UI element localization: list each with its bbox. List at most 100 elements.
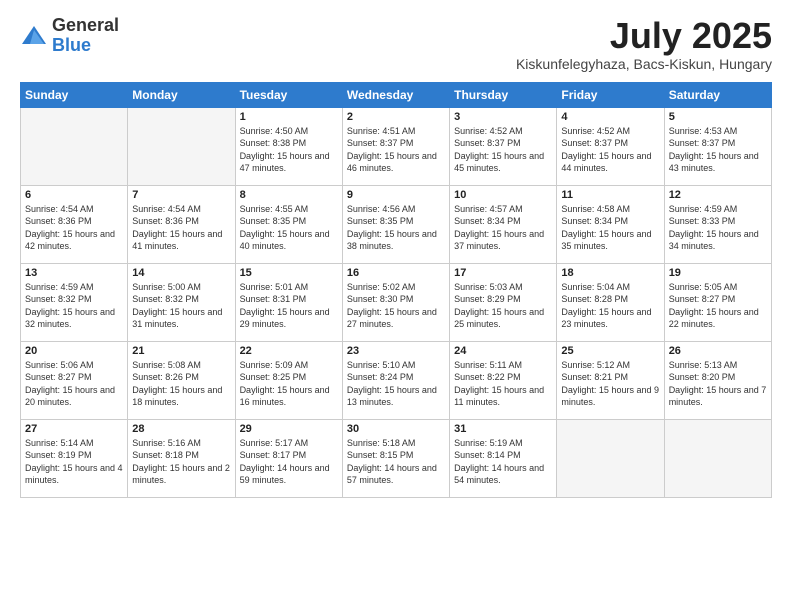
calendar-header-row: Sunday Monday Tuesday Wednesday Thursday… (21, 82, 772, 107)
table-row: 23Sunrise: 5:10 AMSunset: 8:24 PMDayligh… (342, 341, 449, 419)
day-info: Sunrise: 4:52 AMSunset: 8:37 PMDaylight:… (561, 125, 659, 175)
day-info: Sunrise: 4:57 AMSunset: 8:34 PMDaylight:… (454, 203, 552, 253)
day-number: 27 (25, 423, 123, 435)
table-row: 14 Sunrise: 5:00 AMSunset: 8:32 PMDayligh… (128, 263, 235, 341)
day-number: 31 (454, 423, 552, 435)
day-info: Sunrise: 5:12 AMSunset: 8:21 PMDaylight:… (561, 359, 659, 409)
day-number: 5 (669, 111, 767, 123)
page: General Blue July 2025 Kiskunfelegyhaza,… (0, 0, 792, 612)
day-number: 21 (132, 345, 230, 357)
col-tuesday: Tuesday (235, 82, 342, 107)
day-number: 14 (132, 267, 230, 279)
day-info: Sunrise: 4:50 AMSunset: 8:38 PMDaylight:… (240, 125, 338, 175)
calendar-week-row: 20 Sunrise: 5:06 AMSunset: 8:27 PMDayligh… (21, 341, 772, 419)
table-row: 2Sunrise: 4:51 AMSunset: 8:37 PMDaylight… (342, 107, 449, 185)
day-number: 29 (240, 423, 338, 435)
day-info: Sunrise: 5:04 AMSunset: 8:28 PMDaylight:… (561, 281, 659, 331)
day-number: 9 (347, 189, 445, 201)
day-number: 4 (561, 111, 659, 123)
title-block: July 2025 Kiskunfelegyhaza, Bacs-Kiskun,… (516, 16, 772, 72)
day-number: 20 (25, 345, 123, 357)
table-row (664, 419, 771, 497)
day-number: 3 (454, 111, 552, 123)
day-info: Sunrise: 5:00 AMSunset: 8:32 PMDaylight:… (132, 281, 230, 331)
table-row: 20 Sunrise: 5:06 AMSunset: 8:27 PMDayligh… (21, 341, 128, 419)
table-row: 4 Sunrise: 4:52 AMSunset: 8:37 PMDaylight… (557, 107, 664, 185)
day-number: 13 (25, 267, 123, 279)
day-info: Sunrise: 5:14 AMSunset: 8:19 PMDaylight:… (25, 437, 123, 487)
calendar-week-row: 1 Sunrise: 4:50 AMSunset: 8:38 PMDaylight… (21, 107, 772, 185)
table-row: 16Sunrise: 5:02 AMSunset: 8:30 PMDayligh… (342, 263, 449, 341)
day-number: 24 (454, 345, 552, 357)
day-info: Sunrise: 5:02 AMSunset: 8:30 PMDaylight:… (347, 281, 445, 331)
day-number: 2 (347, 111, 445, 123)
table-row: 11Sunrise: 4:58 AMSunset: 8:34 PMDayligh… (557, 185, 664, 263)
calendar-week-row: 6Sunrise: 4:54 AMSunset: 8:36 PMDaylight… (21, 185, 772, 263)
day-number: 30 (347, 423, 445, 435)
day-info: Sunrise: 5:09 AMSunset: 8:25 PMDaylight:… (240, 359, 338, 409)
day-number: 23 (347, 345, 445, 357)
table-row: 22 Sunrise: 5:09 AMSunset: 8:25 PMDayligh… (235, 341, 342, 419)
calendar-week-row: 13 Sunrise: 4:59 AMSunset: 8:32 PMDayligh… (21, 263, 772, 341)
table-row: 25 Sunrise: 5:12 AMSunset: 8:21 PMDayligh… (557, 341, 664, 419)
table-row: 21Sunrise: 5:08 AMSunset: 8:26 PMDayligh… (128, 341, 235, 419)
table-row: 6Sunrise: 4:54 AMSunset: 8:36 PMDaylight… (21, 185, 128, 263)
table-row (21, 107, 128, 185)
col-friday: Friday (557, 82, 664, 107)
col-saturday: Saturday (664, 82, 771, 107)
day-number: 25 (561, 345, 659, 357)
logo-icon (20, 22, 48, 50)
table-row: 12 Sunrise: 4:59 AMSunset: 8:33 PMDayligh… (664, 185, 771, 263)
day-info: Sunrise: 4:59 AMSunset: 8:32 PMDaylight:… (25, 281, 123, 331)
table-row: 24 Sunrise: 5:11 AMSunset: 8:22 PMDayligh… (450, 341, 557, 419)
day-number: 10 (454, 189, 552, 201)
day-info: Sunrise: 4:56 AMSunset: 8:35 PMDaylight:… (347, 203, 445, 253)
day-number: 17 (454, 267, 552, 279)
day-info: Sunrise: 4:54 AMSunset: 8:36 PMDaylight:… (25, 203, 123, 253)
day-info: Sunrise: 5:03 AMSunset: 8:29 PMDaylight:… (454, 281, 552, 331)
day-info: Sunrise: 4:53 AMSunset: 8:37 PMDaylight:… (669, 125, 767, 175)
day-info: Sunrise: 5:11 AMSunset: 8:22 PMDaylight:… (454, 359, 552, 409)
table-row: 18 Sunrise: 5:04 AMSunset: 8:28 PMDayligh… (557, 263, 664, 341)
day-info: Sunrise: 4:59 AMSunset: 8:33 PMDaylight:… (669, 203, 767, 253)
day-info: Sunrise: 5:19 AMSunset: 8:14 PMDaylight:… (454, 437, 552, 487)
day-info: Sunrise: 5:13 AMSunset: 8:20 PMDaylight:… (669, 359, 767, 409)
day-info: Sunrise: 5:18 AMSunset: 8:15 PMDaylight:… (347, 437, 445, 487)
table-row: 19 Sunrise: 5:05 AMSunset: 8:27 PMDayligh… (664, 263, 771, 341)
day-info: Sunrise: 4:52 AMSunset: 8:37 PMDaylight:… (454, 125, 552, 175)
table-row: 28Sunrise: 5:16 AMSunset: 8:18 PMDayligh… (128, 419, 235, 497)
logo-general: General (52, 16, 119, 36)
table-row: 8 Sunrise: 4:55 AMSunset: 8:35 PMDaylight… (235, 185, 342, 263)
day-number: 12 (669, 189, 767, 201)
logo-text: General Blue (52, 16, 119, 56)
day-number: 22 (240, 345, 338, 357)
day-info: Sunrise: 4:55 AMSunset: 8:35 PMDaylight:… (240, 203, 338, 253)
col-sunday: Sunday (21, 82, 128, 107)
col-wednesday: Wednesday (342, 82, 449, 107)
day-number: 7 (132, 189, 230, 201)
day-number: 18 (561, 267, 659, 279)
table-row: 27 Sunrise: 5:14 AMSunset: 8:19 PMDayligh… (21, 419, 128, 497)
day-number: 28 (132, 423, 230, 435)
table-row: 13 Sunrise: 4:59 AMSunset: 8:32 PMDayligh… (21, 263, 128, 341)
day-number: 26 (669, 345, 767, 357)
header: General Blue July 2025 Kiskunfelegyhaza,… (20, 16, 772, 72)
table-row: 5 Sunrise: 4:53 AMSunset: 8:37 PMDaylight… (664, 107, 771, 185)
day-info: Sunrise: 4:54 AMSunset: 8:36 PMDaylight:… (132, 203, 230, 253)
day-number: 1 (240, 111, 338, 123)
month-title: July 2025 (516, 16, 772, 56)
day-number: 19 (669, 267, 767, 279)
day-info: Sunrise: 5:06 AMSunset: 8:27 PMDaylight:… (25, 359, 123, 409)
col-monday: Monday (128, 82, 235, 107)
table-row: 31 Sunrise: 5:19 AMSunset: 8:14 PMDayligh… (450, 419, 557, 497)
table-row: 9 Sunrise: 4:56 AMSunset: 8:35 PMDaylight… (342, 185, 449, 263)
day-number: 8 (240, 189, 338, 201)
day-info: Sunrise: 5:05 AMSunset: 8:27 PMDaylight:… (669, 281, 767, 331)
calendar-table: Sunday Monday Tuesday Wednesday Thursday… (20, 82, 772, 498)
table-row: 7 Sunrise: 4:54 AMSunset: 8:36 PMDaylight… (128, 185, 235, 263)
day-info: Sunrise: 4:58 AMSunset: 8:34 PMDaylight:… (561, 203, 659, 253)
table-row: 17 Sunrise: 5:03 AMSunset: 8:29 PMDayligh… (450, 263, 557, 341)
day-info: Sunrise: 5:01 AMSunset: 8:31 PMDaylight:… (240, 281, 338, 331)
table-row: 10 Sunrise: 4:57 AMSunset: 8:34 PMDayligh… (450, 185, 557, 263)
logo: General Blue (20, 16, 119, 56)
